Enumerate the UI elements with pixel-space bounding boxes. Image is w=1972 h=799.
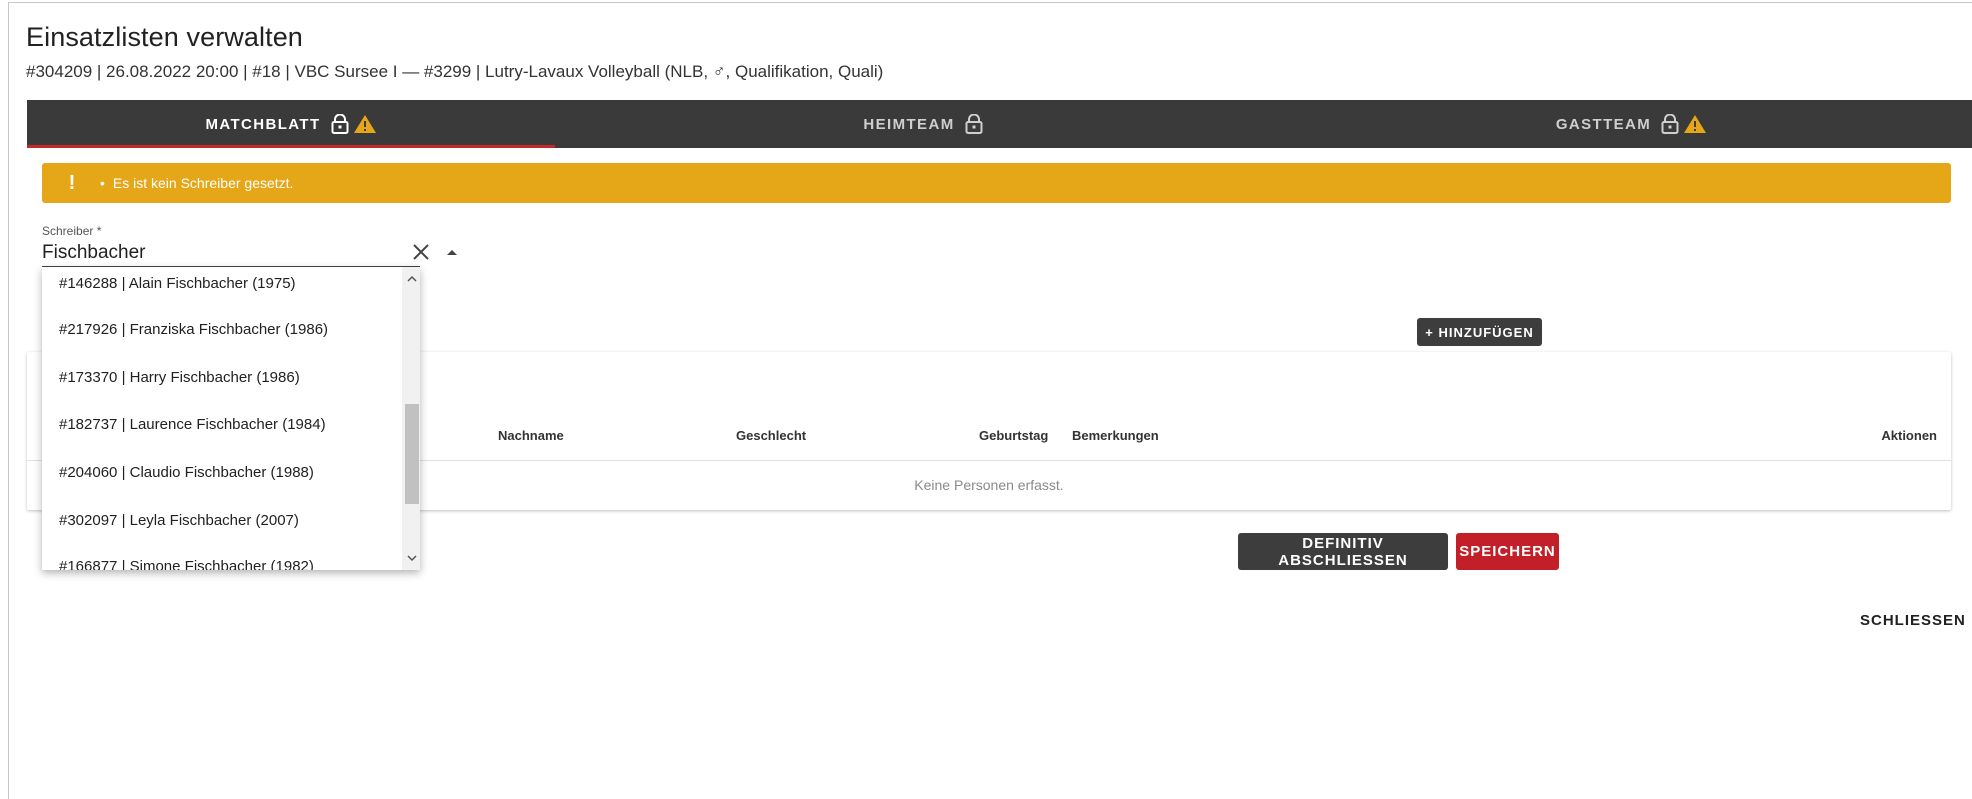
warning-icon	[353, 115, 376, 133]
list-item[interactable]: #217926 | Franziska Fischbacher (1986)	[42, 305, 402, 353]
tab-label: MATCHBLATT	[205, 115, 321, 133]
column-header[interactable]: Geschlecht	[736, 428, 806, 443]
finalize-button[interactable]: DEFINITIV ABSCHLIESSEN	[1238, 533, 1448, 570]
lock-icon	[965, 114, 983, 134]
list-item[interactable]: #302097 | Leyla Fischbacher (2007)	[42, 496, 402, 544]
schreiber-label: Schreiber *	[42, 224, 102, 238]
warning-icon	[1684, 115, 1707, 133]
list-item[interactable]: #146288 | Alain Fischbacher (1975)	[42, 267, 402, 307]
caret-up-icon[interactable]	[444, 244, 460, 260]
column-header[interactable]: Nachname	[498, 428, 564, 443]
close-icon[interactable]	[410, 241, 432, 263]
tab-heimteam[interactable]: HEIMTEAM	[555, 100, 1291, 148]
list-item[interactable]: #182737 | Laurence Fischbacher (1984)	[42, 400, 402, 448]
column-header: Aktionen	[1881, 428, 1937, 443]
column-header[interactable]: Geburtstag	[979, 428, 1048, 443]
tab-matchblatt[interactable]: MATCHBLATT	[27, 100, 555, 148]
list-item[interactable]: #204060 | Claudio Fischbacher (1988)	[42, 448, 402, 496]
chevron-up-icon[interactable]	[405, 272, 419, 286]
lock-icon	[331, 114, 349, 134]
lock-icon	[1661, 114, 1679, 134]
page-title: Einsatzlisten verwalten	[26, 22, 303, 52]
column-header[interactable]: Bemerkungen	[1072, 428, 1159, 443]
warning-alert: ! Es ist kein Schreiber gesetzt.	[42, 163, 1951, 203]
scrollbar[interactable]	[402, 267, 420, 570]
save-button[interactable]: SPEICHERN	[1456, 533, 1559, 570]
chevron-down-icon[interactable]	[405, 551, 419, 565]
list-item[interactable]: #173370 | Harry Fischbacher (1986)	[42, 353, 402, 401]
tab-bar: MATCHBLATT HEIMTEAM GASTTEAM	[27, 100, 1972, 148]
tab-label: HEIMTEAM	[863, 115, 955, 133]
schreiber-input[interactable]	[42, 240, 362, 266]
match-info: #304209 | 26.08.2022 20:00 | #18 | VBC S…	[26, 62, 884, 81]
close-button[interactable]: SCHLIESSEN	[1860, 612, 1966, 629]
scrollbar-thumb[interactable]	[405, 404, 419, 504]
schreiber-autocomplete	[42, 238, 457, 267]
schreiber-options-list: #146288 | Alain Fischbacher (1975) #2179…	[42, 267, 420, 570]
list-item[interactable]: #166877 | Simone Fischbacher (1982)	[42, 542, 402, 571]
alert-message: Es ist kein Schreiber gesetzt.	[100, 175, 294, 191]
tab-gastteam[interactable]: GASTTEAM	[1291, 100, 1972, 148]
add-person-button[interactable]: + HINZUFÜGEN	[1417, 318, 1542, 346]
tab-label: GASTTEAM	[1555, 115, 1652, 133]
exclamation-icon: !	[68, 171, 76, 194]
